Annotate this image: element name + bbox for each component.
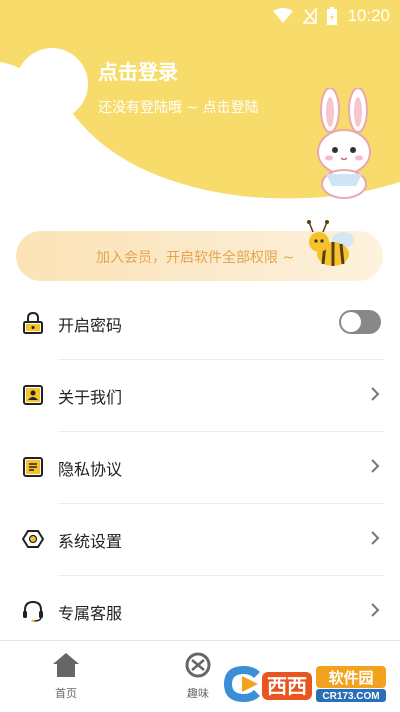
- chevron-right-icon: [371, 603, 380, 617]
- password-toggle[interactable]: [339, 310, 381, 334]
- toggle-knob: [341, 312, 361, 332]
- menu-item-label: 开启密码: [58, 316, 123, 335]
- status-icons: 10:20: [273, 6, 390, 26]
- bunny-mascot-icon: [317, 88, 371, 199]
- login-subtitle[interactable]: 还没有登陆哦 ~ 点击登陆: [98, 97, 259, 117]
- wifi-icon: [273, 8, 294, 23]
- lock-icon: [23, 312, 43, 334]
- login-title[interactable]: 点击登录: [98, 56, 178, 85]
- contact-card-icon: [23, 385, 43, 405]
- menu-item-label: 隐私协议: [58, 460, 123, 479]
- watermark-logo-image: 西西 软件园 CR173.COM: [224, 666, 386, 702]
- watermark-logo: 西西 软件园 CR173.COM: [220, 662, 390, 710]
- chevron-right-icon: [371, 387, 380, 401]
- headset-icon: [23, 600, 43, 622]
- menu-item-label: 关于我们: [58, 388, 123, 407]
- menu-item-label: 专属客服: [58, 604, 123, 623]
- chevron-right-icon: [371, 531, 380, 545]
- status-time: 10:20: [347, 6, 390, 25]
- home-icon: [53, 653, 79, 677]
- menu-item-password[interactable]: 开启密码: [0, 288, 400, 360]
- nav-label: 首页: [55, 687, 77, 700]
- menu-item-settings[interactable]: 系统设置: [0, 504, 400, 576]
- nav-item-home[interactable]: 首页: [31, 651, 101, 701]
- battery-icon: [327, 7, 338, 25]
- avatar[interactable]: [16, 48, 88, 120]
- chevron-right-icon: [371, 459, 380, 473]
- signal-icon: [303, 8, 318, 24]
- vip-banner-text: 加入会员，开启软件全部权限 ~: [96, 250, 295, 266]
- fun-icon: [185, 652, 211, 678]
- menu-item-customer-service[interactable]: 专属客服: [0, 576, 400, 648]
- settings-hexagon-icon: [22, 530, 44, 548]
- settings-menu: 开启密码 关于我们 隐私协议 系统设置 专属客服: [0, 288, 400, 648]
- menu-item-label: 系统设置: [58, 532, 123, 551]
- svg-text:软件园: 软件园: [328, 669, 373, 687]
- svg-text:CR173.COM: CR173.COM: [322, 691, 379, 702]
- svg-text:西西: 西西: [267, 674, 307, 698]
- status-bar: 10:20: [0, 0, 400, 32]
- menu-item-privacy[interactable]: 隐私协议: [0, 432, 400, 504]
- menu-item-about-us[interactable]: 关于我们: [0, 360, 400, 432]
- bee-icon: [307, 220, 354, 266]
- document-icon: [23, 457, 43, 477]
